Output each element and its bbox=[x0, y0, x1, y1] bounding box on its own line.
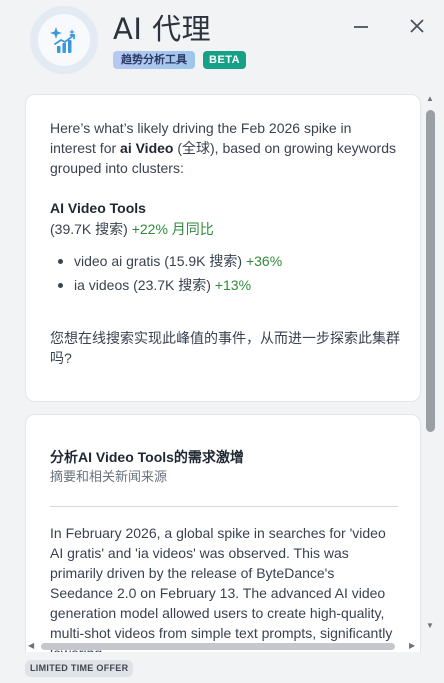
intro-keyword: ai Video bbox=[120, 140, 174, 156]
minimize-icon bbox=[354, 26, 368, 28]
horizontal-scroll-thumb[interactable] bbox=[41, 643, 395, 650]
analysis-subtitle: 摘要和相关新闻来源 bbox=[50, 469, 168, 484]
close-icon bbox=[410, 19, 424, 33]
app-header: AI 代理 趋势分析工具 BETA bbox=[0, 0, 444, 92]
scroll-left-arrow-icon[interactable]: ◀ bbox=[28, 642, 34, 650]
list-item: ia videos (23.7K 搜索) +13% bbox=[57, 273, 282, 297]
analysis-title: 分析AI Video Tools的需求激增 bbox=[50, 449, 244, 465]
cluster-title: AI Video Tools bbox=[50, 200, 146, 216]
cluster-growth: +22% 月同比 bbox=[131, 221, 214, 237]
trend-tool-badge: 趋势分析工具 bbox=[113, 51, 195, 69]
beta-badge: BETA bbox=[203, 51, 247, 69]
minimize-button[interactable] bbox=[348, 13, 374, 39]
cluster-stats: (39.7K 搜索) +22% 月同比 bbox=[50, 221, 214, 237]
chat-scroll-area[interactable]: Here’s what’s likely driving the Feb 202… bbox=[0, 92, 444, 652]
limited-offer-badge[interactable]: LIMITED TIME OFFER bbox=[25, 660, 134, 677]
vertical-scrollbar[interactable]: ▲ ▼ bbox=[423, 92, 437, 632]
analysis-body: In February 2026, a global spike in sear… bbox=[50, 525, 393, 652]
intro-text: Here’s what’s likely driving the Feb 202… bbox=[50, 120, 397, 176]
sparkle-chart-icon bbox=[50, 27, 75, 53]
keyword-list: video ai gratis (15.9K 搜索) +36% ia video… bbox=[57, 249, 282, 297]
divider bbox=[50, 506, 398, 507]
app-title: AI 代理 bbox=[113, 12, 212, 46]
scroll-down-arrow-icon[interactable]: ▼ bbox=[426, 622, 434, 630]
follow-up-question: 您想在线搜索实现此峰值的事件，从而进一步探索此集群吗? bbox=[50, 330, 400, 366]
cluster-response-card: Here’s what’s likely driving the Feb 202… bbox=[25, 94, 421, 402]
list-item: video ai gratis (15.9K 搜索) +36% bbox=[57, 249, 282, 273]
scroll-right-arrow-icon[interactable]: ▶ bbox=[409, 642, 415, 650]
app-logo bbox=[30, 6, 98, 74]
scroll-up-arrow-icon[interactable]: ▲ bbox=[426, 95, 434, 103]
horizontal-scrollbar[interactable]: ◀ ▶ bbox=[25, 640, 421, 652]
vertical-scroll-thumb[interactable] bbox=[426, 110, 435, 432]
close-button[interactable] bbox=[404, 13, 430, 39]
analysis-card: 分析AI Video Tools的需求激增 摘要和相关新闻来源 In Febru… bbox=[25, 414, 421, 652]
